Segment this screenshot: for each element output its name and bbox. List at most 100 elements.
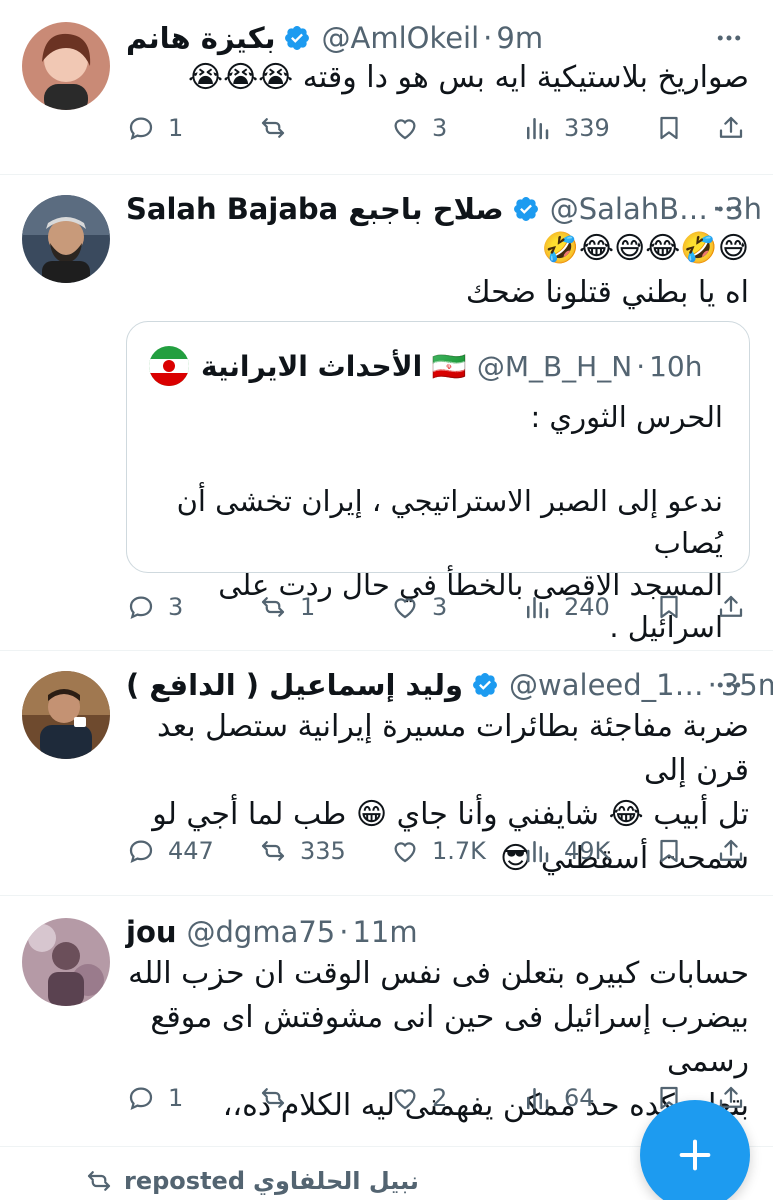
like-button[interactable]: 3 xyxy=(390,106,447,150)
views-button[interactable]: 64 xyxy=(522,1076,595,1120)
reply-count: 1 xyxy=(168,114,184,142)
share-icon xyxy=(719,116,743,138)
tweet-header: بكيزة هانم @AmlOkeil · 9m xyxy=(126,18,543,58)
bookmark-icon xyxy=(660,839,678,863)
heart-icon xyxy=(394,598,416,619)
quoted-handle: @M_B_H_N xyxy=(476,349,633,383)
handle[interactable]: @waleed_1… xyxy=(509,668,704,702)
compose-button[interactable] xyxy=(640,1100,750,1200)
like-count: 2 xyxy=(432,1084,448,1112)
reply-button[interactable]: 447 xyxy=(126,829,214,873)
bookmark-button[interactable] xyxy=(654,106,684,150)
quoted-tweet[interactable]: الأحداث الايرانية 🇮🇷 @M_B_H_N · 10h الحر… xyxy=(126,321,750,644)
reposter-name[interactable]: نبيل الحلفاوي xyxy=(253,1167,419,1195)
tweet[interactable]: Salah Bajaba صلاح باجبع @SalahB… · 3h 🤣😂… xyxy=(0,175,773,649)
separator-dot: · xyxy=(483,21,493,55)
reply-icon xyxy=(129,1087,153,1111)
views-button[interactable]: 49K xyxy=(522,829,610,873)
retweet-icon xyxy=(261,597,285,617)
bookmark-icon xyxy=(660,116,678,140)
share-button[interactable] xyxy=(716,106,746,150)
share-button[interactable] xyxy=(716,829,746,873)
timestamp[interactable]: 11m xyxy=(352,915,417,949)
heart-icon xyxy=(394,1089,416,1110)
quoted-display-name[interactable]: الأحداث الايرانية 🇮🇷 xyxy=(201,350,467,383)
quoted-avatar xyxy=(149,346,189,386)
display-name[interactable]: Salah Bajaba صلاح باجبع xyxy=(126,192,504,226)
retweet-button[interactable]: 1 xyxy=(258,585,315,629)
handle[interactable]: @dgma75 xyxy=(187,915,336,949)
tweet-text-line: صواريخ بلاستيكية ايه بس هو دا وقته 😭😭😭 xyxy=(188,60,749,95)
share-icon xyxy=(719,595,743,617)
like-count: 3 xyxy=(432,593,448,621)
retweet-icon xyxy=(261,1088,285,1108)
bookmark-button[interactable] xyxy=(654,829,684,873)
reply-count: 1 xyxy=(168,1084,184,1112)
retweet-icon xyxy=(87,1171,111,1191)
like-button[interactable]: 2 xyxy=(390,1076,447,1120)
tweet-text-line: بيضرب إسرائيل فى حين انى مشوفتش اى موقع … xyxy=(150,1000,749,1079)
more-dots-icon[interactable] xyxy=(711,20,747,56)
repost-label: reposted xyxy=(124,1167,245,1195)
retweet-count: 1 xyxy=(300,593,316,621)
tweet-text-line: ضربة مفاجئة بطائرات مسيرة إيرانية ستصل ب… xyxy=(156,709,749,788)
tweet[interactable]: وليد إسماعيل ( الدافع ) @waleed_1… · 35m… xyxy=(0,651,773,895)
view-count: 49K xyxy=(564,837,611,865)
reply-icon xyxy=(129,117,153,141)
view-count: 339 xyxy=(564,114,610,142)
retweet-icon xyxy=(261,841,285,861)
views-button[interactable]: 339 xyxy=(522,106,610,150)
display-name[interactable]: بكيزة هانم xyxy=(126,21,275,55)
view-count: 64 xyxy=(564,1084,595,1112)
handle[interactable]: @SalahB… xyxy=(550,192,708,226)
reply-button[interactable]: 1 xyxy=(126,106,183,150)
tweet-header: jou @dgma75 · 11m xyxy=(126,912,418,952)
avatar[interactable] xyxy=(22,918,110,1006)
verified-badge-icon xyxy=(471,671,499,699)
more-dots-icon[interactable] xyxy=(711,667,747,703)
tweet-text-line: حسابات كبيره بتعلن فى نفس الوقت ان حزب ا… xyxy=(128,956,749,991)
like-button[interactable]: 3 xyxy=(390,585,447,629)
share-icon xyxy=(719,839,743,861)
heart-icon xyxy=(394,119,416,140)
timestamp[interactable]: 9m xyxy=(496,21,543,55)
like-button[interactable]: 1.7K xyxy=(390,829,486,873)
tweet-text-line: 🤣😂😅😂🤣😅 xyxy=(541,231,749,266)
views-icon xyxy=(527,1088,549,1110)
like-count: 3 xyxy=(432,114,448,142)
display-name[interactable]: jou xyxy=(126,915,177,949)
timeline-feed: بكيزة هانم @AmlOkeil · 9m صواريخ بلاستيك… xyxy=(0,0,773,1200)
tweet-header: وليد إسماعيل ( الدافع ) @waleed_1… · 35m xyxy=(126,665,773,705)
quoted-text-line: الحرس الثوري : xyxy=(530,400,723,434)
views-button[interactable]: 240 xyxy=(522,585,610,629)
handle[interactable]: @AmlOkeil xyxy=(321,21,479,55)
share-button[interactable] xyxy=(716,585,746,629)
repost-banner[interactable]: reposted نبيل الحلفاوي xyxy=(84,1162,427,1200)
reply-button[interactable]: 3 xyxy=(126,585,183,629)
retweet-button[interactable] xyxy=(258,106,300,150)
separator-dot: · xyxy=(636,349,646,383)
bookmark-button[interactable] xyxy=(654,585,684,629)
retweet-icon xyxy=(261,118,285,138)
retweet-button[interactable]: 335 xyxy=(258,829,346,873)
retweet-count: 335 xyxy=(300,837,346,865)
separator-dot: · xyxy=(339,915,349,949)
tweet-text: صواريخ بلاستيكية ايه بس هو دا وقته 😭😭😭 xyxy=(126,56,749,100)
tweet-header: Salah Bajaba صلاح باجبع @SalahB… · 3h xyxy=(126,189,762,229)
display-name[interactable]: وليد إسماعيل ( الدافع ) xyxy=(126,668,463,702)
like-count: 1.7K xyxy=(432,837,486,865)
reply-button[interactable]: 1 xyxy=(126,1076,183,1120)
views-icon xyxy=(527,118,549,140)
tweet[interactable]: بكيزة هانم @AmlOkeil · 9m صواريخ بلاستيك… xyxy=(0,0,773,174)
retweet-button[interactable] xyxy=(258,1076,300,1120)
tweet-actions: 447 335 1.7K 49K xyxy=(126,829,746,873)
avatar[interactable] xyxy=(22,22,110,110)
view-count: 240 xyxy=(564,593,610,621)
avatar[interactable] xyxy=(22,195,110,283)
tweet[interactable]: jou @dgma75 · 11m حسابات كبيره بتعلن فى … xyxy=(0,896,773,1146)
reply-icon xyxy=(129,596,153,620)
avatar[interactable] xyxy=(22,671,110,759)
tweet-text-line: اه يا بطني قتلونا ضحك xyxy=(465,275,749,310)
quoted-text-line xyxy=(149,438,723,480)
more-dots-icon[interactable] xyxy=(711,191,747,227)
